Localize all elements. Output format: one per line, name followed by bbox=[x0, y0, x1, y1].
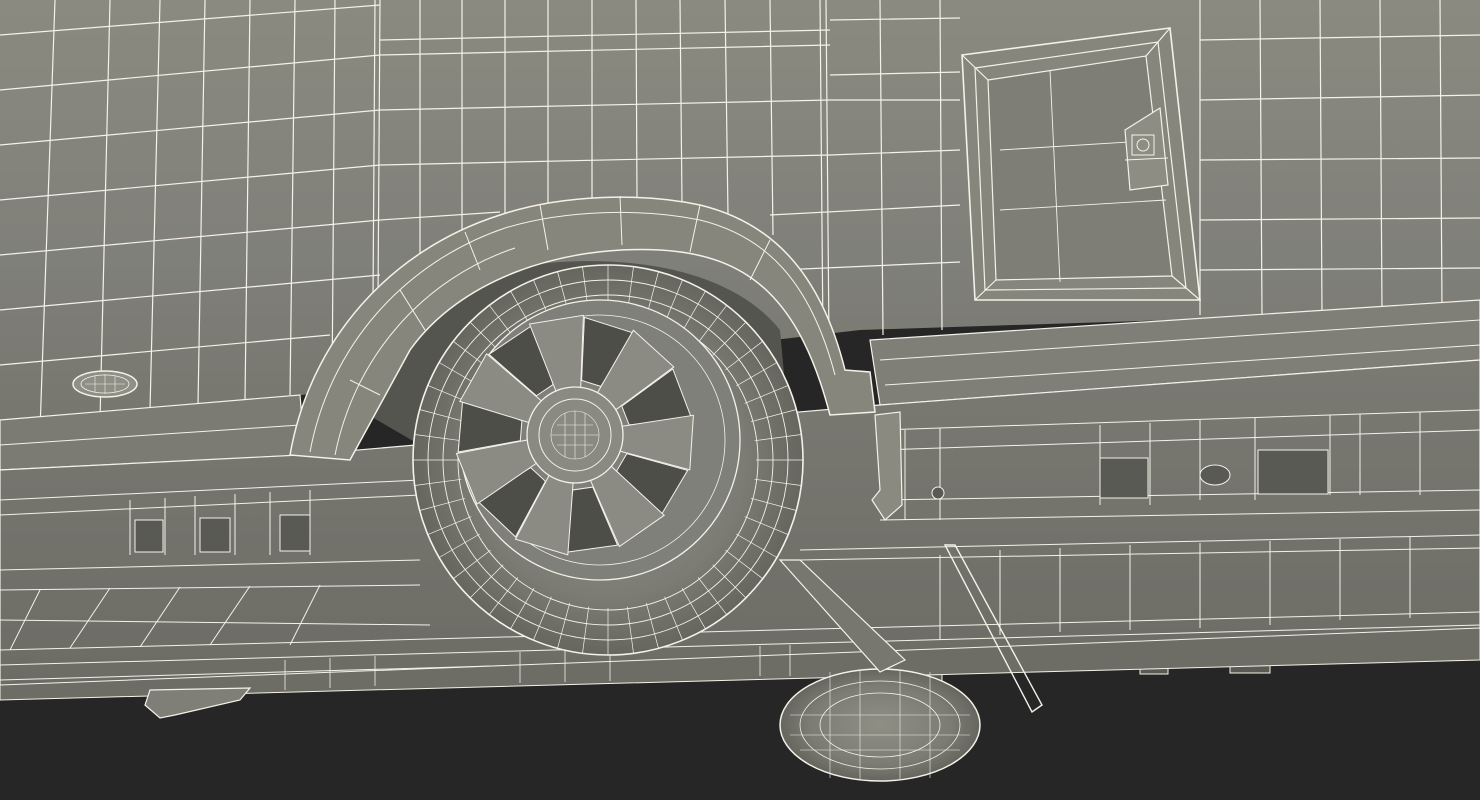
main-wheel bbox=[412, 264, 804, 656]
access-hatch bbox=[961, 27, 1201, 301]
hub-center-mesh bbox=[550, 410, 600, 460]
wireframe-render-canvas bbox=[0, 0, 1480, 800]
vent-grille bbox=[72, 370, 138, 398]
spare-tire bbox=[779, 668, 981, 782]
